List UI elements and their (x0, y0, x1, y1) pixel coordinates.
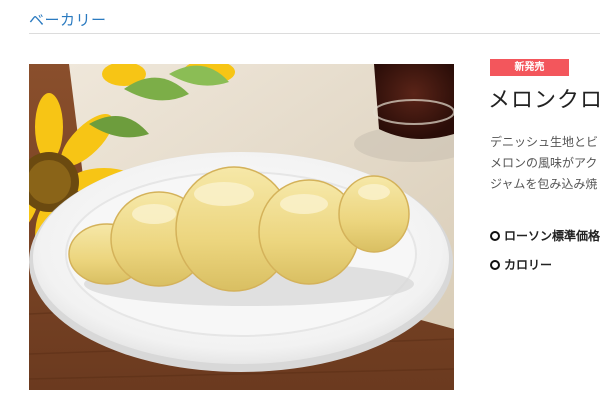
spec-standard-price: ローソン標準価格 (490, 227, 600, 244)
circle-bullet-icon (490, 230, 500, 241)
spec-label: カロリー (504, 258, 553, 272)
product-photo (29, 64, 454, 390)
description-line: ジャムを包み込み焼 (490, 177, 598, 191)
description-line: メロンの風味がアク (490, 156, 598, 170)
new-product-badge: 新発売 (490, 59, 569, 76)
breadcrumb-bakery-link[interactable]: ベーカリー (29, 9, 107, 30)
product-description: デニッシュ生地とビ メロンの風味がアク ジャムを包み込み焼 (490, 132, 600, 195)
product-title: メロンクロ (488, 88, 600, 113)
breadcrumb-divider (29, 33, 600, 34)
spec-label: ローソン標準価格 (504, 229, 600, 243)
spec-calories: カロリー (490, 256, 600, 273)
circle-bullet-icon (490, 259, 500, 270)
description-line: デニッシュ生地とビ (490, 135, 599, 149)
